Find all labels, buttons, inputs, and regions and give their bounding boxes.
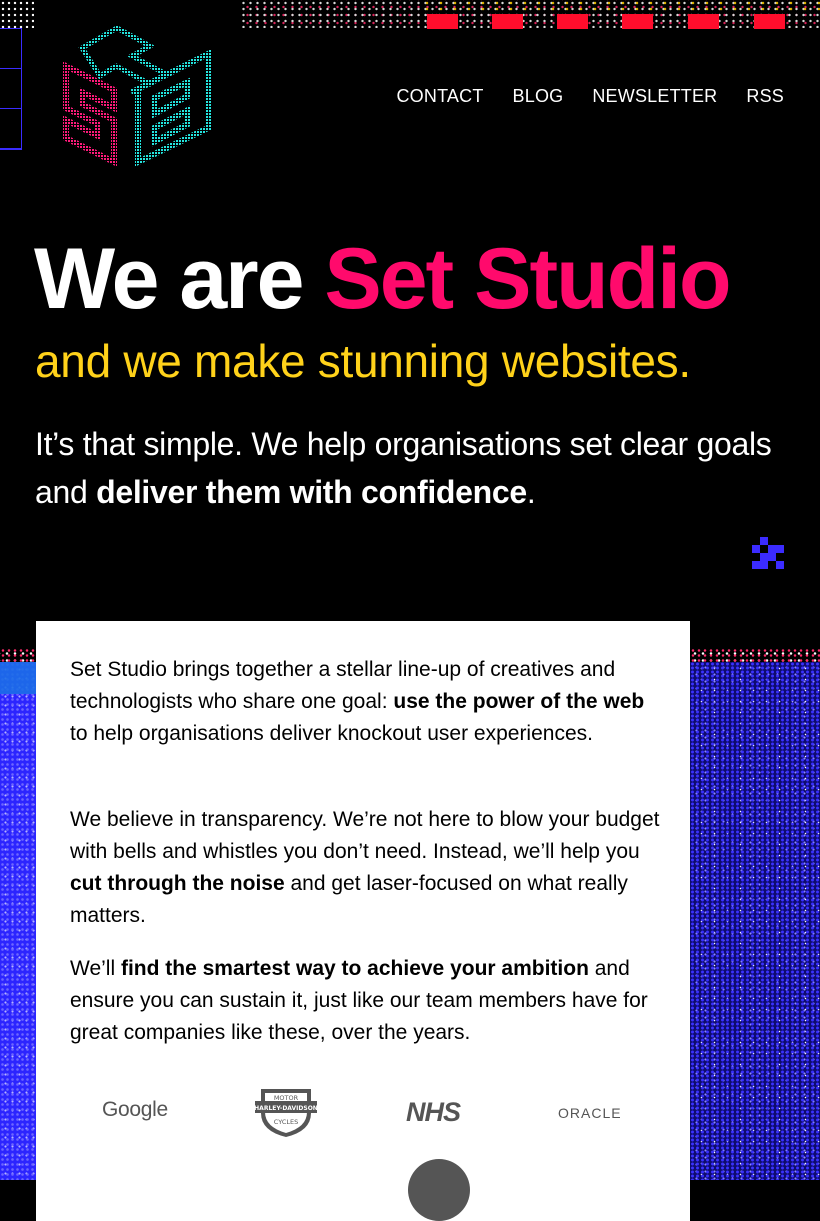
red-pixel-block (557, 14, 588, 29)
red-pixel-block (622, 14, 653, 29)
intro-paragraph-2: We believe in transparency. We’re not he… (70, 804, 666, 932)
intro-paragraph-3: We’ll find the smartest way to achieve y… (70, 953, 666, 1049)
round-client-logo (408, 1159, 470, 1221)
harley-davidson-logo: MOTOR HARLEY-DAVIDSON CYCLES (254, 1089, 318, 1137)
nav-newsletter[interactable]: NEWSLETTER (592, 86, 717, 107)
nav-contact[interactable]: CONTACT (396, 86, 483, 107)
logo-link[interactable] (62, 25, 212, 167)
harley-logo-top: MOTOR (274, 1094, 299, 1102)
intro-bold: cut through the noise (70, 872, 285, 895)
right-blue-texture (690, 662, 820, 1180)
harley-logo-mid: HARLEY-DAVIDSON (254, 1105, 318, 1112)
intro-bold: find the smartest way to achieve your am… (120, 957, 589, 980)
hero-title-accent: Set Studio (324, 231, 731, 327)
nhs-logo: NHS (406, 1097, 461, 1127)
hero-lead-end: . (526, 474, 536, 510)
hero-lead-bold: deliver them with confidence (96, 474, 527, 510)
red-pixel-block (492, 14, 523, 29)
harley-logo-bottom: CYCLES (274, 1118, 298, 1126)
intro-text: We’ll (70, 957, 121, 980)
hero-subtitle: and we make stunning websites. (35, 335, 691, 387)
set-studio-logo-icon (63, 25, 211, 167)
oracle-logo: ORACLE (558, 1105, 622, 1121)
hero-lead: It’s that simple. We help organisations … (35, 420, 775, 516)
left-grid-lines (0, 28, 22, 150)
intro-text: to help organisations deliver knockout u… (70, 722, 593, 745)
hero-title-plain: We are (34, 231, 325, 327)
intro-bold: use the power of the web (393, 690, 645, 713)
left-blue-texture (0, 662, 36, 1180)
intro-card: Set Studio brings together a stellar lin… (36, 621, 690, 1221)
nav-blog[interactable]: BLOG (513, 86, 564, 107)
left-blue-accent (0, 662, 36, 694)
google-logo: Google (102, 1098, 168, 1121)
top-yellow-dot-pattern (420, 0, 820, 12)
intro-text: We believe in transparency. We’re not he… (70, 808, 660, 863)
pixel-glyph-icon (752, 537, 784, 569)
nav-rss[interactable]: RSS (746, 86, 784, 107)
hero-title: We are Set Studio (34, 231, 732, 327)
red-pixel-block (427, 14, 458, 29)
red-pixel-block (688, 14, 719, 29)
top-left-dot-pattern (0, 0, 34, 28)
main-nav: CONTACT BLOG NEWSLETTER RSS (396, 86, 784, 107)
intro-paragraph-1: Set Studio brings together a stellar lin… (70, 654, 666, 750)
red-pixel-block (754, 14, 785, 29)
